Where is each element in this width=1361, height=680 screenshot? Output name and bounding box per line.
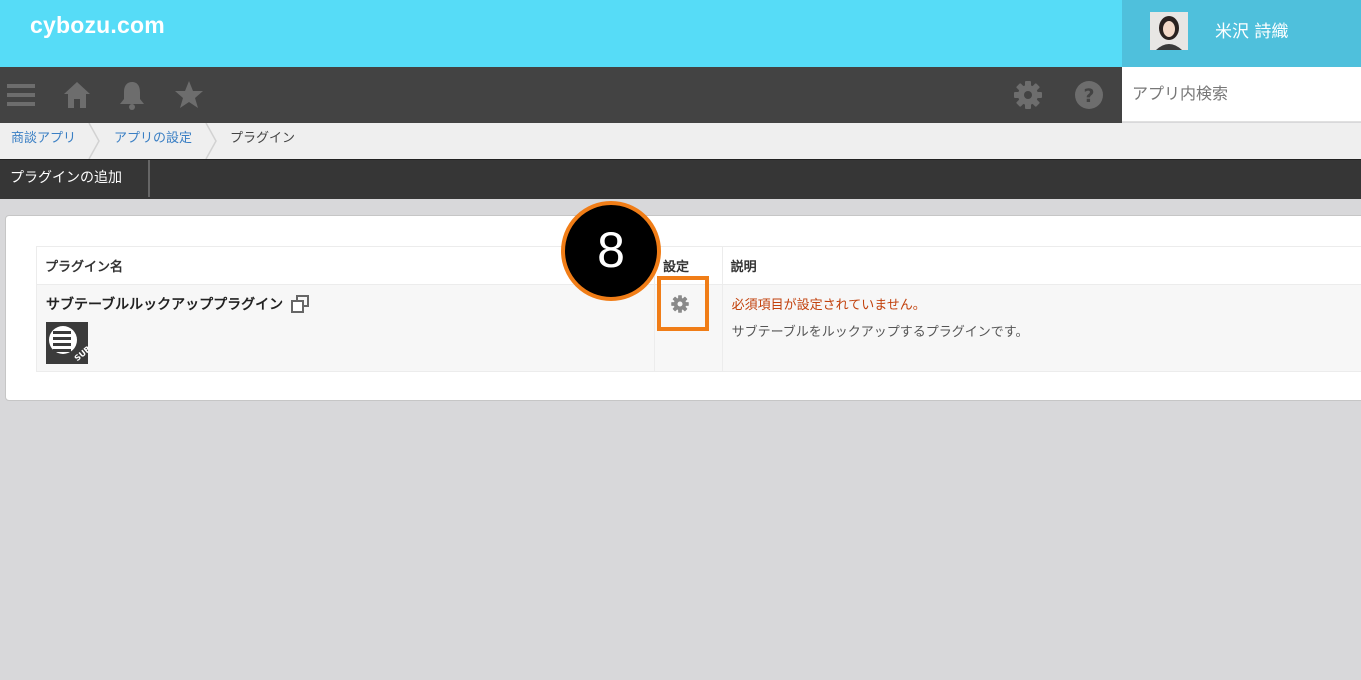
breadcrumb-separator-icon <box>205 123 217 159</box>
bell-icon[interactable] <box>116 79 148 111</box>
avatar <box>1150 12 1188 50</box>
global-nav: ? <box>0 67 1122 123</box>
plugin-description: サブテーブルをルックアップするプラグインです。 <box>731 325 1029 340</box>
star-icon[interactable] <box>173 79 205 111</box>
plugin-description-cell: 必須項目が設定されていません。 サブテーブルをルックアップするプラグインです。 <box>721 284 1361 372</box>
breadcrumb-plugin: プラグイン <box>230 131 296 146</box>
plugin-error-message: 必須項目が設定されていません。 <box>731 298 926 313</box>
user-name: 米沢 詩織 <box>1215 22 1289 42</box>
help-icon[interactable]: ? <box>1073 79 1105 111</box>
cybozu-logo[interactable]: cybozu.com <box>30 12 165 39</box>
plugin-toolbar: プラグインの追加 <box>0 159 1361 199</box>
gear-icon[interactable] <box>1012 79 1044 111</box>
plugin-name-cell: サブテーブルルックアッププラグイン SUB <box>36 284 655 372</box>
breadcrumb-app-settings[interactable]: アプリの設定 <box>114 123 192 159</box>
header-bar: cybozu.com <box>0 0 1122 67</box>
home-icon[interactable] <box>61 79 93 111</box>
user-menu[interactable]: 米沢 詩織 <box>1122 0 1361 67</box>
open-window-icon[interactable] <box>291 295 310 313</box>
svg-text:?: ? <box>1083 85 1094 107</box>
breadcrumb-separator-icon <box>88 123 100 159</box>
plugin-logo-icon: SUB <box>46 322 88 364</box>
header-description: 説明 <box>721 246 1361 285</box>
plugin-name: サブテーブルルックアッププラグイン <box>46 297 284 313</box>
settings-highlight-box <box>657 276 709 331</box>
app-search <box>1122 67 1361 122</box>
menu-icon[interactable] <box>5 79 37 111</box>
breadcrumb: 商談アプリ アプリの設定 プラグイン <box>0 123 1361 159</box>
step-number-badge: 8 <box>561 201 661 301</box>
add-plugin-button[interactable]: プラグインの追加 <box>0 160 150 197</box>
breadcrumb-app[interactable]: 商談アプリ <box>11 123 76 159</box>
search-input[interactable] <box>1122 67 1352 119</box>
